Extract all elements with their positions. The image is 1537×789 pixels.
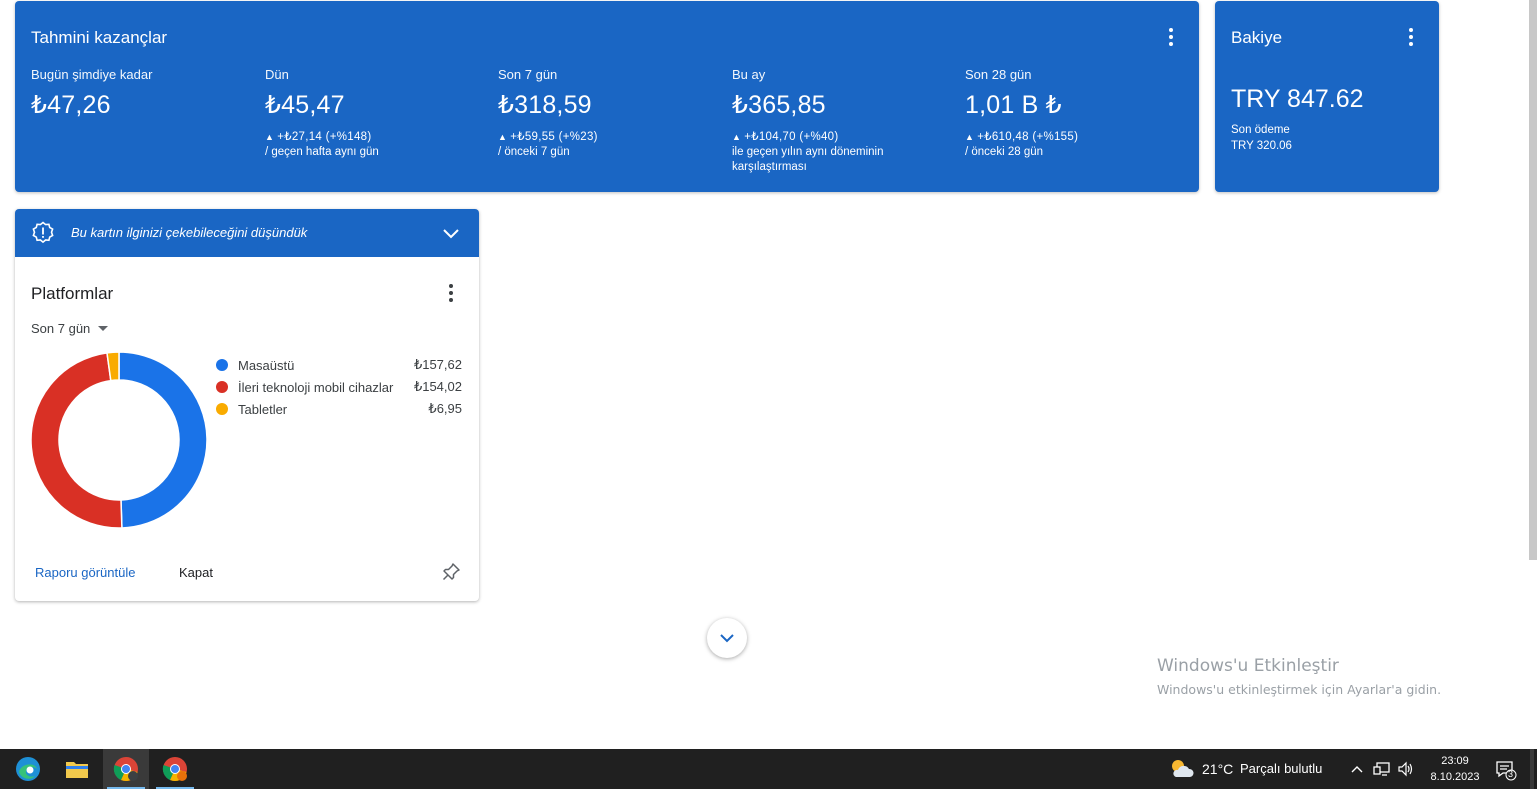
metric-label: Son 7 gün <box>498 67 558 82</box>
metric-last-28-days: Son 28 gün 1,01 B ₺ ▲ +₺610,48 (+%155) / … <box>965 67 1185 160</box>
metric-today: Bugün şimdiye kadar ₺47,26 <box>31 67 251 120</box>
windows-taskbar: 21°C Parçalı bulutlu 23:09 8.10.2023 3 <box>0 749 1537 789</box>
up-arrow-icon: ▲ <box>732 132 742 142</box>
balance-card: Bakiye TRY 847.62 Son ödeme TRY 320.06 <box>1215 1 1439 192</box>
metric-label: Dün <box>265 67 289 82</box>
suggestion-text: Bu kartın ilginizi çekebileceğini düşünd… <box>71 225 308 240</box>
metric-note: ile geçen yılın aynı döneminin karşılaşt… <box>732 146 884 173</box>
chrome-profile-icon[interactable] <box>152 749 198 789</box>
clock-date: 8.10.2023 <box>1430 771 1480 783</box>
caret-down-icon <box>98 326 109 331</box>
metric-delta: ▲ +₺59,55 (+%23) <box>498 131 598 143</box>
chevron-down-icon[interactable] <box>441 223 461 243</box>
pin-icon[interactable] <box>441 562 461 582</box>
metric-note: / önceki 7 gün <box>498 146 570 158</box>
metric-value: ₺365,85 <box>732 91 826 119</box>
earnings-card: Tahmini kazançlar Bugün şimdiye kadar ₺4… <box>15 1 1199 192</box>
view-report-link[interactable]: Raporu görüntüle <box>35 565 135 580</box>
metric-delta: ▲ +₺610,48 (+%155) <box>965 131 1079 143</box>
weather-description[interactable]: Parçalı bulutlu <box>1240 761 1322 776</box>
last-payment-value: TRY 320.06 <box>1231 140 1292 152</box>
up-arrow-icon: ▲ <box>265 132 275 142</box>
alert-badge-icon <box>32 221 54 244</box>
edge-icon[interactable] <box>5 749 51 789</box>
legend-dot <box>216 403 228 415</box>
earnings-more-icon[interactable] <box>1161 27 1181 47</box>
balance-value: TRY 847.62 <box>1231 85 1364 113</box>
suggestion-banner[interactable]: Bu kartın ilginizi çekebileceğini düşünd… <box>15 209 479 257</box>
platforms-title: Platformlar <box>31 284 114 303</box>
date-range-value: Son 7 gün <box>31 321 91 336</box>
file-explorer-icon[interactable] <box>54 749 100 789</box>
balance-more-icon[interactable] <box>1401 27 1421 47</box>
legend-label: İleri teknoloji mobil cihazlar <box>238 379 394 395</box>
legend-value: ₺6,95 <box>428 401 462 416</box>
metric-note: / geçen hafta aynı gün <box>265 146 379 158</box>
network-icon[interactable] <box>1373 761 1391 777</box>
legend-value: ₺157,62 <box>413 357 462 372</box>
up-arrow-icon: ▲ <box>965 132 975 142</box>
weather-cloud-icon[interactable] <box>1168 757 1194 781</box>
chevron-up-icon[interactable] <box>1350 762 1364 776</box>
earnings-title: Tahmini kazançlar <box>31 28 168 47</box>
metric-label: Bugün şimdiye kadar <box>31 67 153 82</box>
platforms-more-icon[interactable] <box>441 283 461 303</box>
donut-slice-0[interactable] <box>118 352 207 528</box>
platforms-donut-chart <box>31 352 207 528</box>
metric-note: / önceki 28 gün <box>965 146 1044 158</box>
metric-label: Bu ay <box>732 67 766 82</box>
metric-label: Son 28 gün <box>965 67 1032 82</box>
metric-value: ₺47,26 <box>31 91 111 119</box>
legend-dot <box>216 359 228 371</box>
balance-title: Bakiye <box>1231 28 1283 47</box>
metric-delta: ▲ +₺104,70 (+%40) <box>732 131 839 143</box>
scroll-down-button[interactable] <box>707 618 747 658</box>
legend-label: Tabletler <box>238 401 288 417</box>
metric-yesterday: Dün ₺45,47 ▲ +₺27,14 (+%148) / geçen haft… <box>265 67 485 160</box>
legend-dot <box>216 381 228 393</box>
chrome-icon[interactable] <box>103 749 149 789</box>
donut-slice-1[interactable] <box>31 352 123 528</box>
metric-value: ₺45,47 <box>265 91 345 119</box>
last-payment-label: Son ödeme <box>1231 124 1290 136</box>
legend-item-mobile[interactable]: İleri teknoloji mobil cihazlar ₺154,02 <box>216 378 462 396</box>
metric-this-month: Bu ay ₺365,85 ▲ +₺104,70 (+%40) ile geçen… <box>732 67 952 175</box>
metric-value: ₺318,59 <box>498 91 592 119</box>
legend-value: ₺154,02 <box>413 379 462 394</box>
chevron-down-icon <box>720 634 734 643</box>
notifications-icon[interactable] <box>1495 759 1517 781</box>
system-clock[interactable]: 23:09 8.10.2023 <box>1420 753 1490 785</box>
show-desktop-button[interactable] <box>1530 749 1534 789</box>
metric-delta: ▲ +₺27,14 (+%148) <box>265 131 372 143</box>
metric-value: 1,01 B ₺ <box>965 91 1062 119</box>
weather-temperature[interactable]: 21°C <box>1202 761 1233 777</box>
windows-activation-watermark: Windows'u Etkinleştir Windows'u etkinleş… <box>1157 656 1441 697</box>
page-scrollbar[interactable] <box>1529 0 1537 560</box>
close-button[interactable]: Kapat <box>179 565 213 580</box>
volume-icon[interactable] <box>1397 761 1415 777</box>
watermark-subtitle: Windows'u etkinleştirmek için Ayarlar'a … <box>1157 682 1442 697</box>
platforms-card: Bu kartın ilginizi çekebileceğini düşünd… <box>15 209 479 601</box>
legend-item-desktop[interactable]: Masaüstü ₺157,62 <box>216 356 462 374</box>
date-range-dropdown[interactable]: Son 7 gün <box>31 321 109 336</box>
watermark-title: Windows'u Etkinleştir <box>1157 656 1339 676</box>
notification-count: 3 <box>1508 769 1514 779</box>
legend-label: Masaüstü <box>238 357 295 373</box>
clock-time: 23:09 <box>1441 755 1469 767</box>
legend-item-tablets[interactable]: Tabletler ₺6,95 <box>216 400 462 418</box>
metric-last-7-days: Son 7 gün ₺318,59 ▲ +₺59,55 (+%23) / önce… <box>498 67 718 160</box>
up-arrow-icon: ▲ <box>498 132 508 142</box>
